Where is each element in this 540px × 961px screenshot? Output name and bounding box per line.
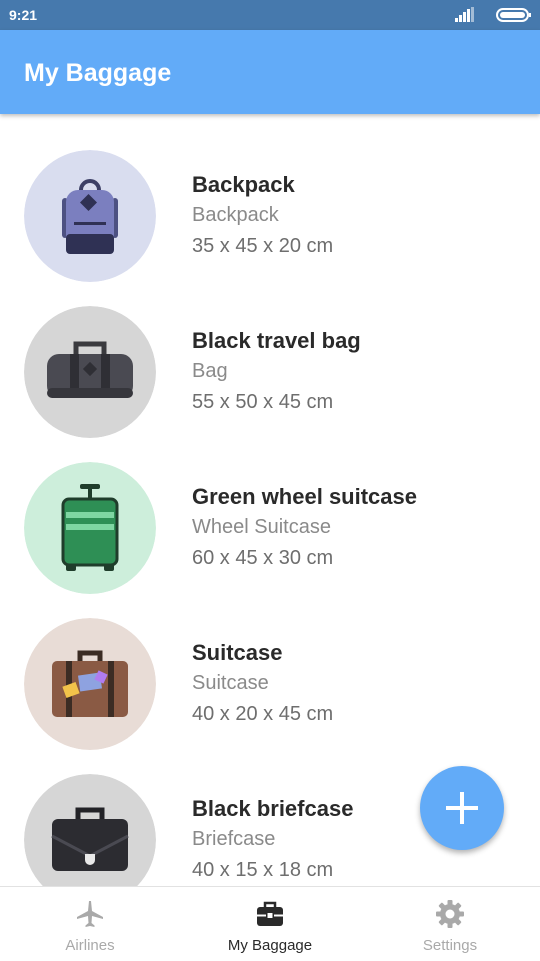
item-type: Wheel Suitcase [192,516,331,538]
page-title: My Baggage [24,59,172,87]
avatar [24,462,156,594]
suitcase-icon [24,618,156,750]
item-dimensions: 60 x 45 x 30 cm [192,547,334,569]
plus-icon [446,792,478,824]
item-name: Suitcase [192,640,283,665]
nav-item-airlines[interactable]: Airlines [0,887,180,961]
list-item[interactable]: Backpack Backpack 35 x 45 x 20 cm [0,114,540,282]
backpack-icon [24,150,156,282]
item-type: Briefcase [192,828,276,850]
airplane-icon [77,901,103,927]
bottom-navigation: Airlines My Baggage Settings [0,886,540,961]
item-name: Black briefcase [192,796,354,821]
signal-icon [455,7,474,22]
nav-label: My Baggage [227,937,313,954]
item-type: Backpack [192,204,279,226]
item-dimensions: 35 x 45 x 20 cm [192,235,334,257]
item-name: Black travel bag [192,328,361,353]
gear-icon [436,900,464,928]
travel-bag-icon [24,306,156,438]
wheel-suitcase-icon [24,462,156,594]
nav-label: Airlines [65,937,115,954]
item-type: Suitcase [192,672,269,694]
item-dimensions: 55 x 50 x 45 cm [192,391,334,413]
list-item[interactable]: Green wheel suitcase Wheel Suitcase 60 x… [0,426,540,594]
status-bar: 9:21 [0,0,540,30]
avatar [24,618,156,750]
avatar [24,774,156,886]
add-baggage-button[interactable] [420,766,504,850]
item-type: Bag [192,360,228,382]
briefcase-icon [24,774,156,886]
nav-label: Settings [422,937,478,954]
item-dimensions: 40 x 20 x 45 cm [192,703,334,725]
baggage-icon [257,901,283,926]
avatar [24,150,156,282]
avatar [24,306,156,438]
nav-item-my-baggage[interactable]: My Baggage [180,887,360,961]
nav-item-settings[interactable]: Settings [360,887,540,961]
item-name: Green wheel suitcase [192,484,417,509]
item-name: Backpack [192,172,295,197]
status-time: 9:21 [9,7,38,23]
list-item[interactable]: Black travel bag Bag 55 x 50 x 45 cm [0,270,540,438]
list-item[interactable]: Suitcase Suitcase 40 x 20 x 45 cm [0,582,540,750]
app-bar: My Baggage [0,30,540,114]
battery-icon [496,8,531,22]
item-dimensions: 40 x 15 x 18 cm [192,859,334,881]
